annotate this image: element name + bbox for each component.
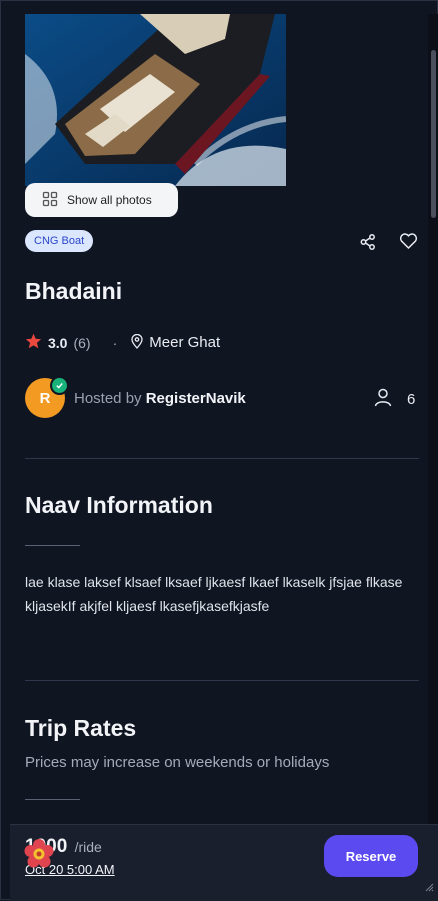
show-all-photos-button[interactable]: Show all photos xyxy=(25,183,178,217)
hosted-by-prefix: Hosted by xyxy=(74,389,146,407)
hosted-by-text: Hosted by RegisterNavik xyxy=(74,390,246,407)
naav-info-heading: Naav Information xyxy=(25,492,213,518)
scrollbar-thumb[interactable] xyxy=(431,50,436,218)
review-count[interactable]: (6) xyxy=(73,335,90,351)
boat-photo[interactable] xyxy=(25,14,286,186)
grid-icon xyxy=(42,191,58,210)
boat-meta-row: 3.0 (6) · Meer Ghat xyxy=(25,333,220,352)
heading-underline xyxy=(25,799,80,800)
meta-separator: · xyxy=(112,334,118,351)
resize-grip-icon[interactable] xyxy=(424,879,434,897)
verified-check-icon xyxy=(50,376,69,395)
flower-icon xyxy=(22,837,56,871)
guest-count: 6 xyxy=(407,391,416,408)
reserve-button[interactable]: Reserve xyxy=(324,835,418,877)
rating-value: 3.0 xyxy=(48,334,68,351)
boat-type-badge: CNG Boat xyxy=(25,230,94,252)
naav-description: lae klase laksef klsaef lksaef ljkaesf l… xyxy=(25,574,403,614)
location-label[interactable]: Meer Ghat xyxy=(149,334,220,351)
section-divider xyxy=(25,458,419,459)
section-divider xyxy=(25,680,419,681)
user-icon xyxy=(374,388,392,411)
heading-underline xyxy=(25,545,80,546)
host-avatar[interactable]: R xyxy=(25,376,69,418)
price-unit: /ride xyxy=(74,839,102,855)
scrollbar[interactable] xyxy=(428,14,438,824)
trip-rates-heading: Trip Rates xyxy=(25,715,137,741)
trip-rates-note: Prices may increase on weekends or holid… xyxy=(25,754,330,771)
guest-capacity: 6 xyxy=(374,388,415,411)
star-icon xyxy=(25,333,42,352)
host-row: R Hosted by RegisterNavik xyxy=(25,376,246,418)
map-pin-icon xyxy=(131,333,143,352)
booking-footer: 1000 /ride Oct 20 5:00 AM Reserve xyxy=(10,824,438,901)
heart-icon[interactable] xyxy=(397,230,419,252)
show-all-photos-label: Show all photos xyxy=(67,193,152,207)
share-icon[interactable] xyxy=(357,231,379,253)
host-initial: R xyxy=(39,389,51,407)
boat-name: Bhadaini xyxy=(25,278,123,304)
host-name[interactable]: RegisterNavik xyxy=(146,390,246,407)
